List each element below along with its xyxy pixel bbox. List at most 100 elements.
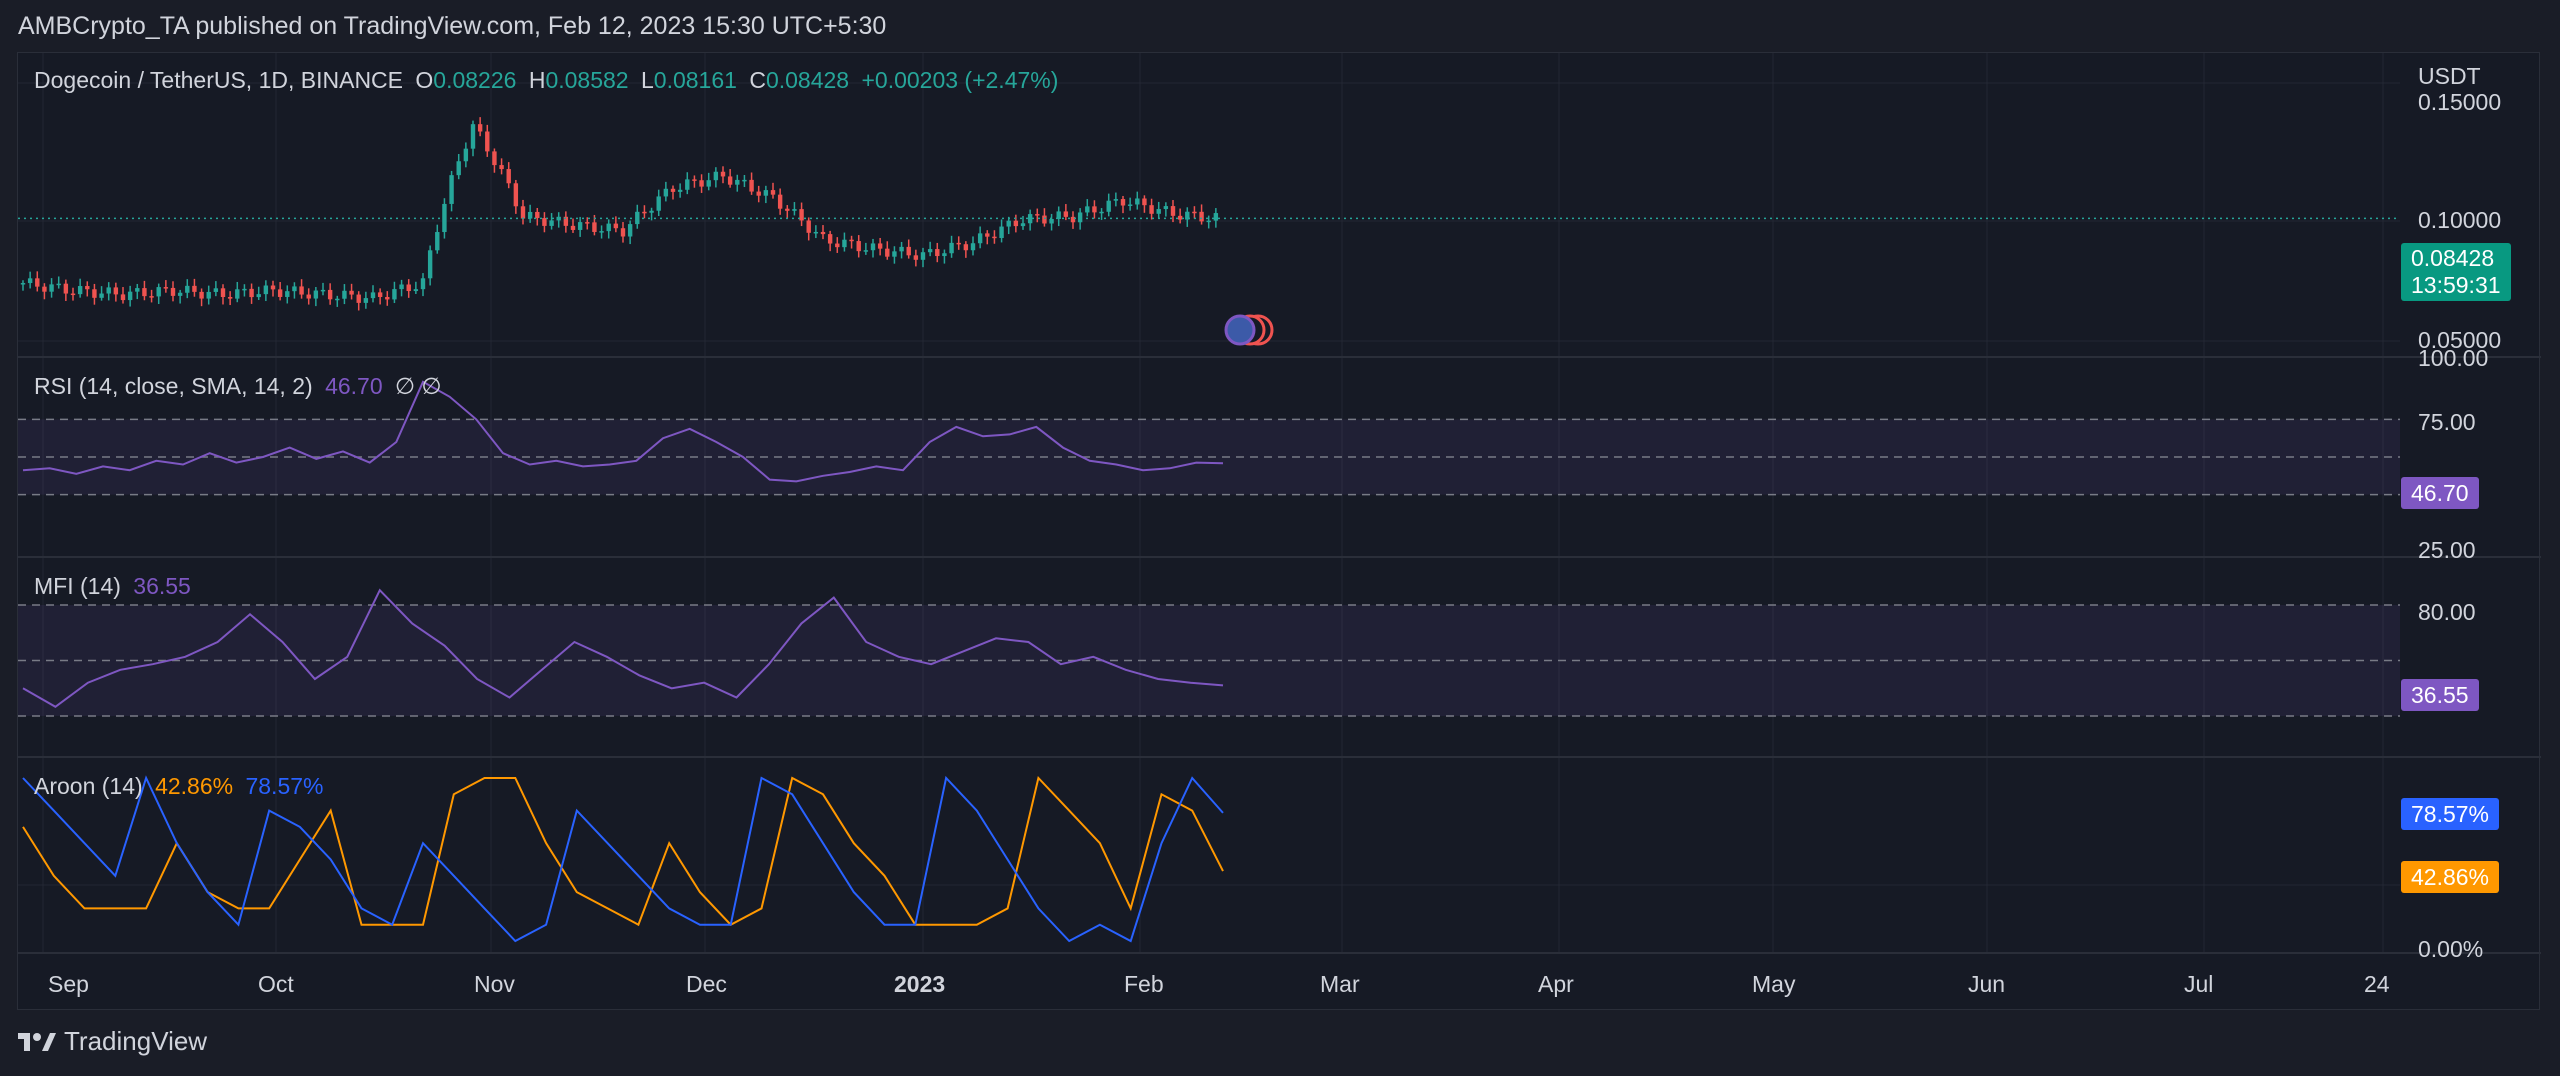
- candle-body-142: [1035, 214, 1040, 216]
- candle-body-42: [320, 289, 326, 292]
- candle-body-55: [413, 289, 419, 292]
- aroon-up-value: 42.86%: [155, 773, 234, 799]
- candle-body-121: [885, 248, 890, 257]
- candle-body-135: [985, 233, 990, 237]
- time-tick-feb: Feb: [1124, 971, 1164, 997]
- candle-body-45: [342, 290, 347, 299]
- candle-body-35: [270, 285, 276, 290]
- candle-body-153: [1113, 199, 1119, 201]
- candle-body-26: [206, 291, 211, 299]
- candle-body-166: [1206, 220, 1211, 223]
- high-label: H: [528, 67, 546, 93]
- candle-body-12: [106, 287, 111, 294]
- candle-body-16: [135, 288, 140, 292]
- footer: TradingView: [18, 1026, 207, 1057]
- candle-body-32: [249, 288, 254, 298]
- candle-body-146: [1063, 211, 1069, 217]
- price-legend: Dogecoin / TetherUS, 1D, BINANCE O0.0822…: [34, 67, 1064, 94]
- candle-body-29: [227, 297, 233, 299]
- close-label: C: [749, 67, 766, 93]
- mfi-label[interactable]: MFI (14): [34, 573, 121, 599]
- candle-body-93: [685, 179, 690, 190]
- candle-body-11: [99, 293, 104, 298]
- candle-body-164: [1192, 211, 1197, 214]
- bar-countdown: 13:59:31: [2411, 272, 2501, 298]
- candle-body-138: [1006, 220, 1011, 227]
- candle-body-97: [713, 171, 719, 181]
- candle-body-30: [235, 289, 240, 299]
- candle-body-1: [27, 278, 33, 284]
- high-value: 0.08582: [545, 67, 629, 93]
- mfi-value: 36.55: [133, 573, 191, 599]
- candle-body-49: [370, 292, 376, 299]
- footer-brand[interactable]: TradingView: [64, 1026, 207, 1057]
- symbol-label[interactable]: Dogecoin / TetherUS, 1D, BINANCE: [34, 67, 403, 93]
- aroon-up-line: [22, 775, 1224, 927]
- candle-body-152: [1106, 200, 1111, 212]
- candle-body-2: [35, 278, 40, 287]
- currency-label: USDT: [2418, 63, 2481, 89]
- aroon-label[interactable]: Aroon (14): [34, 773, 143, 799]
- candle-body-156: [1135, 198, 1140, 205]
- candle-body-148: [1077, 212, 1083, 223]
- aroon-tick-0: 0.00%: [2418, 936, 2484, 962]
- candle-body-5: [56, 283, 61, 286]
- candle-body-27: [213, 288, 219, 292]
- candle-body-38: [292, 286, 297, 292]
- time-tick-jun: Jun: [1968, 971, 2006, 997]
- candle-body-106: [777, 194, 783, 209]
- candle-body-48: [363, 298, 369, 303]
- candle-body-73: [542, 218, 547, 226]
- candle-body-157: [1142, 198, 1147, 206]
- last-price-badge: 0.08428 13:59:31: [2401, 243, 2511, 301]
- rsi-tick-100: 100.00: [2418, 345, 2489, 371]
- candle-body-143: [1042, 215, 1047, 224]
- candle-body-158: [1149, 205, 1154, 214]
- candle-body-141: [1027, 214, 1033, 224]
- candle-body-103: [756, 191, 761, 196]
- candle-body-43: [327, 289, 333, 300]
- price-tick-1: 0.10000: [2418, 207, 2502, 233]
- candle-body-95: [699, 180, 704, 187]
- candle-body-112: [820, 231, 826, 235]
- rsi-label[interactable]: RSI (14, close, SMA, 14, 2): [34, 373, 313, 399]
- rsi-extra: ∅ ∅: [395, 373, 442, 399]
- candle-body-96: [706, 180, 711, 187]
- candle-body-54: [406, 284, 411, 292]
- candle-body-69: [513, 183, 519, 207]
- candle-body-33: [256, 294, 261, 298]
- candle-body-161: [1170, 206, 1176, 216]
- candle-body-23: [185, 285, 190, 293]
- candle-body-57: [427, 250, 433, 279]
- candle-body-74: [549, 220, 554, 226]
- candle-body-28: [220, 288, 226, 298]
- candle-body-89: [656, 196, 661, 211]
- candle-body-129: [942, 253, 947, 257]
- time-tick-dec: Dec: [686, 971, 727, 997]
- candle-body-92: [677, 189, 683, 192]
- candle-body-151: [1099, 211, 1104, 214]
- aroon-legend: Aroon (14) 42.86% 78.57%: [34, 773, 329, 800]
- candle-body-104: [763, 190, 769, 196]
- candle-body-137: [999, 226, 1004, 238]
- aroon-up-badge: 42.86%: [2401, 861, 2500, 893]
- candle-body-50: [377, 292, 383, 297]
- chart-canvas[interactable]: [18, 53, 2541, 1011]
- candle-body-87: [642, 211, 647, 214]
- mfi-badge: 36.55: [2401, 679, 2479, 711]
- candle-body-90: [663, 188, 669, 197]
- candle-body-105: [770, 190, 776, 195]
- time-tick-mar: Mar: [1320, 971, 1360, 997]
- candle-body-113: [827, 234, 833, 244]
- candle-body-162: [1177, 215, 1183, 220]
- candle-body-15: [127, 291, 133, 301]
- chart-frame[interactable]: Dogecoin / TetherUS, 1D, BINANCE O0.0822…: [17, 52, 2541, 1011]
- candle-body-167: [1213, 213, 1219, 221]
- candle-body-115: [842, 239, 847, 248]
- candle-body-124: [906, 246, 911, 256]
- candle-body-60: [449, 175, 454, 204]
- candle-body-118: [863, 250, 869, 252]
- candle-body-119: [870, 243, 876, 251]
- candle-body-85: [627, 224, 633, 237]
- candle-body-77: [570, 225, 576, 230]
